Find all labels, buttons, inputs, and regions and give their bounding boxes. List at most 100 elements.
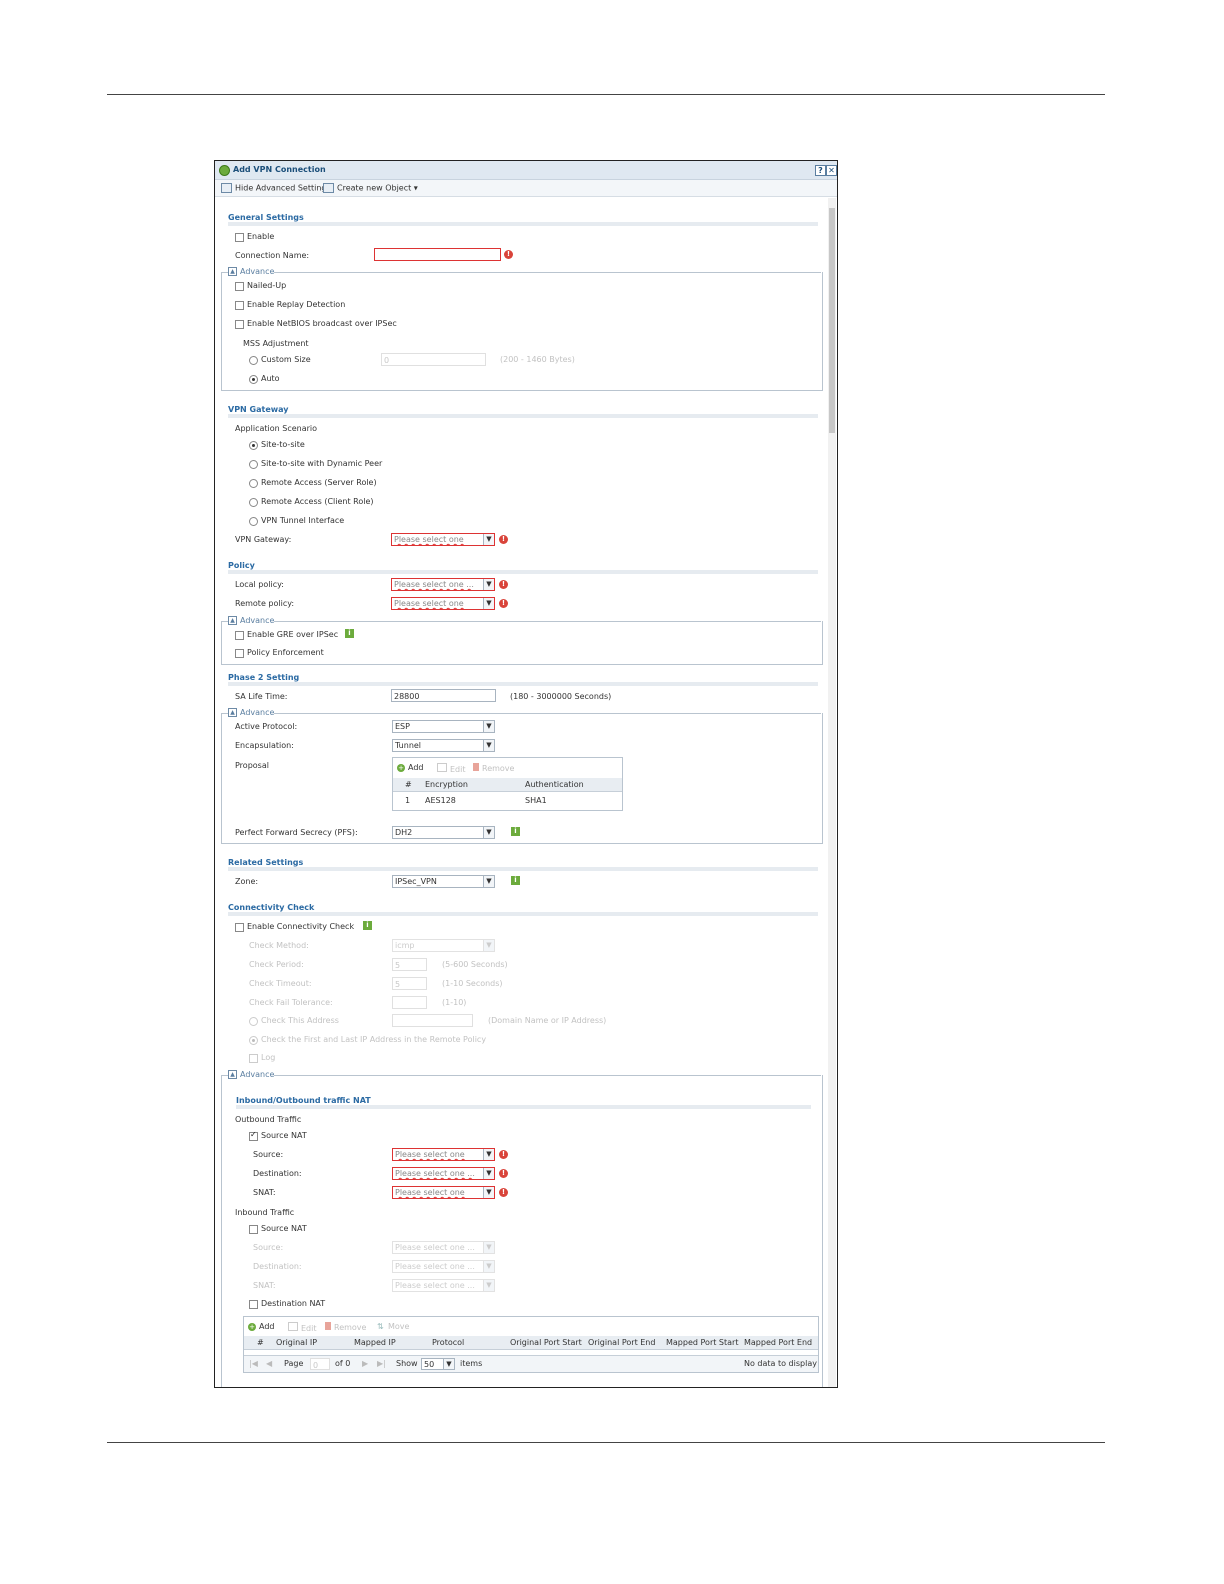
chevron-down-icon: ▼ — [483, 876, 494, 887]
outbound-source-label: Source: — [253, 1150, 284, 1159]
replay-detection-checkbox[interactable] — [235, 301, 244, 310]
check-this-address-input[interactable] — [392, 1014, 473, 1027]
vpn-gateway-select[interactable]: Please select one ▼ — [391, 533, 495, 546]
inbound-snat-select[interactable]: Please select one ... ▼ — [392, 1279, 495, 1292]
nat-add-button[interactable]: + Add — [248, 1322, 275, 1331]
nat-advance-toggle[interactable]: ▲ Advance — [228, 1070, 275, 1079]
zone-select[interactable]: IPSec_VPN ▼ — [392, 875, 495, 888]
inbound-source-select[interactable]: Please select one ... ▼ — [392, 1241, 495, 1254]
info-icon[interactable]: i — [363, 921, 372, 930]
table-cell: SHA1 — [525, 796, 547, 805]
log-label: Log — [261, 1053, 276, 1062]
section-divider — [236, 1105, 811, 1109]
scenario-remote-server-radio[interactable] — [249, 479, 258, 488]
page-count: of 0 — [335, 1359, 351, 1368]
collapse-icon: ▲ — [228, 616, 237, 625]
nat-edit-button[interactable]: Edit — [288, 1322, 317, 1333]
check-this-address-hint: (Domain Name or IP Address) — [488, 1016, 607, 1025]
general-advance-toggle[interactable]: ▲ Advance — [228, 267, 275, 276]
scenario-label: Remote Access (Client Role) — [261, 497, 374, 506]
prev-page-icon[interactable]: ◀ — [266, 1359, 272, 1368]
policy-advance-toggle[interactable]: ▲ Advance — [228, 616, 275, 625]
proposal-add-button[interactable]: + Add — [397, 763, 424, 772]
column-header: # — [257, 1338, 264, 1347]
check-timeout-input[interactable]: 5 — [392, 977, 427, 990]
remote-policy-select[interactable]: Please select one ▼ — [391, 597, 495, 610]
outbound-snat-select[interactable]: Please select one ▼ — [392, 1186, 495, 1199]
encapsulation-select[interactable]: Tunnel ▼ — [392, 739, 495, 752]
proposal-remove-button[interactable]: Remove — [473, 763, 514, 773]
inbound-source-nat-checkbox[interactable] — [249, 1225, 258, 1234]
last-page-icon[interactable]: ▶| — [377, 1359, 386, 1368]
nat-remove-button[interactable]: Remove — [325, 1322, 366, 1332]
check-fail-tolerance-input[interactable] — [392, 996, 427, 1009]
dialog-scrollbar[interactable] — [828, 198, 836, 1387]
netbios-checkbox[interactable] — [235, 320, 244, 329]
scenario-tunnel-interface-radio[interactable] — [249, 517, 258, 526]
first-page-icon[interactable]: |◀ — [249, 1359, 258, 1368]
nailed-up-checkbox[interactable] — [235, 282, 244, 291]
scrollbar-thumb[interactable] — [829, 208, 835, 433]
destination-nat-checkbox[interactable] — [249, 1300, 258, 1309]
scenario-site-to-site-radio[interactable] — [249, 441, 258, 450]
check-this-address-radio[interactable] — [249, 1017, 258, 1026]
vpn-gateway-label: VPN Gateway: — [235, 535, 292, 544]
phase2-title: Phase 2 Setting — [228, 673, 300, 682]
table-cell: 1 — [405, 796, 411, 805]
help-button[interactable]: ? — [815, 165, 826, 176]
outbound-snat-label: SNAT: — [253, 1188, 276, 1197]
column-header: Encryption — [425, 780, 468, 789]
enable-checkbox[interactable] — [235, 233, 244, 242]
general-advance-box — [221, 272, 823, 391]
check-first-last-radio[interactable] — [249, 1036, 258, 1045]
check-method-select[interactable]: icmp ▼ — [392, 939, 495, 952]
page-input[interactable]: 0 — [310, 1358, 330, 1370]
footer-rule — [107, 1442, 1105, 1443]
active-protocol-select[interactable]: ESP ▼ — [392, 720, 495, 733]
section-divider — [228, 682, 818, 686]
info-icon[interactable]: i — [345, 629, 354, 638]
connection-name-input[interactable] — [374, 248, 501, 261]
outbound-destination-select[interactable]: Please select one ... ▼ — [392, 1167, 495, 1180]
sa-life-time-input[interactable]: 28800 — [391, 689, 496, 702]
general-settings-title: General Settings — [228, 213, 304, 222]
policy-enforcement-checkbox[interactable] — [235, 649, 244, 658]
proposal-edit-button[interactable]: Edit — [437, 763, 466, 774]
inbound-destination-select[interactable]: Please select one ... ▼ — [392, 1260, 495, 1273]
custom-size-radio[interactable] — [249, 356, 258, 365]
enable-connectivity-check-checkbox[interactable] — [235, 923, 244, 932]
info-icon[interactable]: i — [511, 827, 520, 836]
collapse-icon: ▲ — [228, 267, 237, 276]
auto-radio[interactable] — [249, 375, 258, 384]
scenario-label: Site-to-site with Dynamic Peer — [261, 459, 383, 468]
pfs-select[interactable]: DH2 ▼ — [392, 826, 495, 839]
destination-nat-label: Destination NAT — [261, 1299, 326, 1308]
nat-move-button[interactable]: ⇅ Move — [377, 1322, 409, 1331]
outbound-source-select[interactable]: Please select one ▼ — [392, 1148, 495, 1161]
error-icon: ! — [499, 1150, 508, 1159]
scenario-remote-client-radio[interactable] — [249, 498, 258, 507]
edit-icon — [437, 763, 447, 772]
custom-size-label: Custom Size — [261, 355, 311, 364]
info-icon[interactable]: i — [511, 876, 520, 885]
outbound-traffic-label: Outbound Traffic — [235, 1115, 302, 1124]
policy-title: Policy — [228, 561, 255, 570]
create-new-object-button[interactable]: Create new Object ▾ — [323, 183, 418, 193]
close-button[interactable]: ✕ — [826, 165, 837, 176]
scenario-dynamic-peer-radio[interactable] — [249, 460, 258, 469]
inbound-source-label: Source: — [253, 1243, 284, 1252]
check-period-input[interactable]: 5 — [392, 958, 427, 971]
phase2-advance-toggle[interactable]: ▲ Advance — [228, 708, 275, 717]
proposal-table-header: # Encryption Authentication — [393, 778, 622, 792]
local-policy-select[interactable]: Please select one ... ▼ — [391, 578, 495, 591]
log-checkbox[interactable] — [249, 1054, 258, 1063]
hide-advanced-settings-button[interactable]: Hide Advanced Settings — [221, 183, 331, 193]
gre-over-ipsec-checkbox[interactable] — [235, 631, 244, 640]
custom-size-input[interactable]: 0 — [381, 353, 486, 366]
table-row[interactable]: 1 AES128 SHA1 — [393, 794, 622, 807]
auto-label: Auto — [261, 374, 280, 383]
page-size-select[interactable]: 50 ▼ — [421, 1358, 455, 1370]
inbound-source-nat-label: Source NAT — [261, 1224, 307, 1233]
next-page-icon[interactable]: ▶ — [362, 1359, 368, 1368]
outbound-source-nat-checkbox[interactable] — [249, 1130, 258, 1141]
